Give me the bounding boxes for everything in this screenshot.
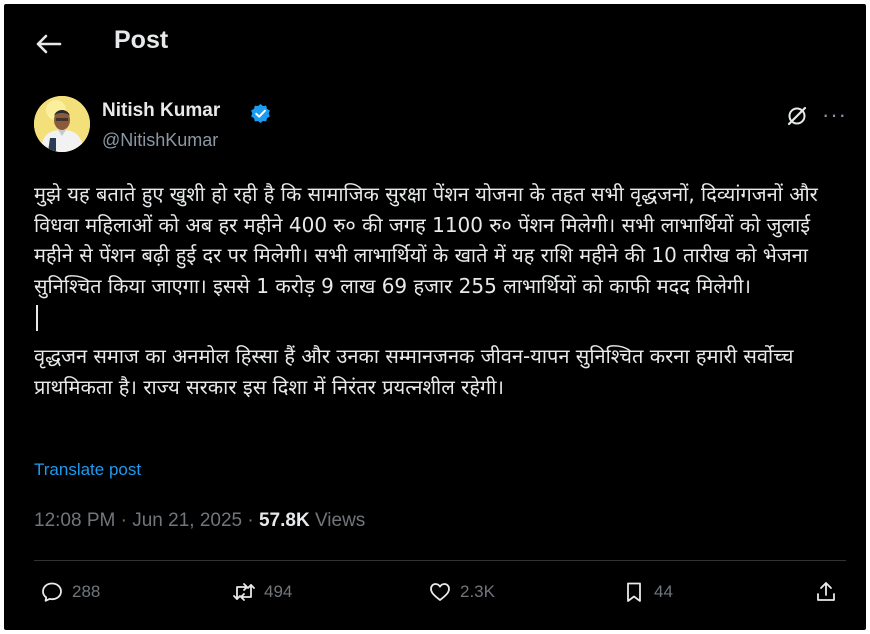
avatar[interactable] <box>34 96 90 152</box>
reply-icon <box>42 582 62 602</box>
post-date[interactable]: Jun 21, 2025 <box>132 510 242 531</box>
post-meta: 12:08 PM · Jun 21, 2025 · 57.8K Views <box>34 510 365 532</box>
meta-separator: · <box>247 510 254 531</box>
action-bar: 288 494 2.3K 44 <box>4 572 866 612</box>
post-paragraph-2: वृद्धजन समाज का अनमोल हिस्सा हैं और उनका… <box>34 344 794 399</box>
grok-icon[interactable] <box>786 105 808 127</box>
divider <box>34 560 846 561</box>
post-paragraph-1: मुझे यह बताते हुए खुशी हो रही है कि सामा… <box>34 182 818 298</box>
share-button[interactable] <box>814 580 838 604</box>
views-count[interactable]: 57.8K <box>259 510 310 531</box>
verified-badge-icon <box>251 103 270 124</box>
repost-button[interactable]: 494 <box>232 580 292 604</box>
reply-count: 288 <box>72 582 101 601</box>
arrow-left-icon <box>36 34 62 54</box>
bookmark-count: 44 <box>654 582 673 601</box>
translate-post-link[interactable]: Translate post <box>34 460 141 480</box>
back-button[interactable] <box>34 32 62 56</box>
repost-icon <box>233 583 255 601</box>
author-name[interactable]: Nitish Kumar <box>102 100 220 122</box>
share-icon <box>817 582 835 601</box>
more-options-icon[interactable]: ··· <box>822 102 847 128</box>
heart-icon <box>430 583 450 601</box>
post-time[interactable]: 12:08 PM <box>34 510 115 531</box>
like-button[interactable]: 2.3K <box>428 580 495 604</box>
post-text: मुझे यह बताते हुए खुशी हो रही है कि सामा… <box>34 179 849 402</box>
meta-separator: · <box>120 510 127 531</box>
page-title: Post <box>114 26 169 54</box>
bookmark-button[interactable]: 44 <box>622 580 673 604</box>
repost-count: 494 <box>264 582 293 601</box>
reply-button[interactable]: 288 <box>40 580 100 604</box>
views-label: Views <box>314 510 366 531</box>
top-bar: Post <box>4 4 866 84</box>
avatar-image <box>34 96 90 152</box>
bookmark-icon <box>627 582 641 602</box>
author-handle[interactable]: @NitishKumar <box>102 130 218 151</box>
like-count: 2.3K <box>460 582 495 601</box>
text-cursor <box>36 305 38 331</box>
post-page: Post Nitish Kumar @NitishKumar ··· मुझे … <box>4 4 866 630</box>
